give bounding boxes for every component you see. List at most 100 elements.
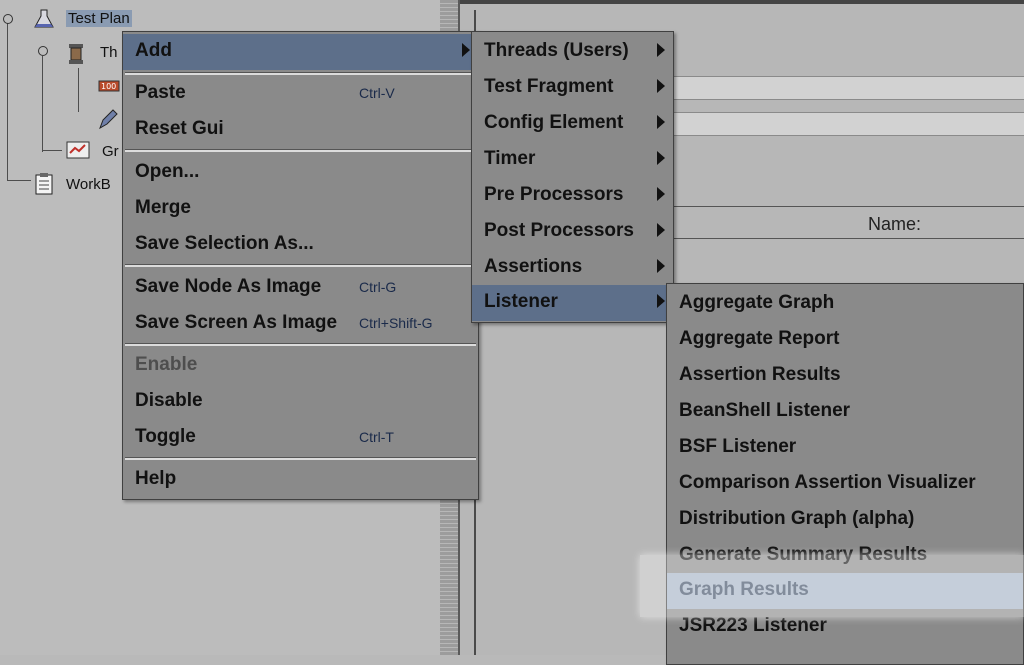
menu-item-label: JSR223 Listener <box>679 615 827 636</box>
menu-item-add[interactable]: Add <box>123 34 478 70</box>
graph-results-highlight <box>640 555 1024 617</box>
menu-item-label: Threads (Users) <box>484 40 629 61</box>
shortcut-label: Ctrl+Shift-G <box>359 315 433 331</box>
menu-item-label: Listener <box>484 291 558 312</box>
menu-separator <box>125 264 476 267</box>
menu-item-enable: Enable <box>123 348 478 384</box>
name-label: Name: <box>868 214 922 234</box>
menu-separator <box>125 457 476 460</box>
menu-item-label: Open... <box>135 161 200 182</box>
menu-item-label: Assertions <box>484 256 583 277</box>
menu-item-merge[interactable]: Merge <box>123 191 478 227</box>
submenu-item-threads[interactable]: Threads (Users) <box>472 34 673 70</box>
comments-field[interactable] <box>672 112 1024 136</box>
tree-item-test-plan[interactable]: Test Plan <box>66 10 132 27</box>
tree-connector <box>78 68 79 112</box>
menu-item-label: BeanShell Listener <box>679 400 851 421</box>
top-border <box>460 0 1024 4</box>
menu-separator <box>125 343 476 346</box>
submenu-item-listener[interactable]: Listener <box>472 285 673 321</box>
listener-item-comparison-assertion-visualizer[interactable]: Comparison Assertion Visualizer <box>667 466 1023 502</box>
tree-item-graph[interactable]: Gr <box>102 143 119 160</box>
menu-item-paste[interactable]: Paste Ctrl-V <box>123 76 478 112</box>
submenu-arrow-icon <box>657 259 665 273</box>
menu-item-disable[interactable]: Disable <box>123 384 478 420</box>
submenu-arrow-icon <box>657 294 665 308</box>
submenu-item-post-processors[interactable]: Post Processors <box>472 214 673 250</box>
shortcut-label: Ctrl-T <box>359 429 394 445</box>
submenu-arrow-icon <box>657 115 665 129</box>
menu-item-save-node-as-image[interactable]: Save Node As Image Ctrl-G <box>123 270 478 306</box>
menu-item-label: Comparison Assertion Visualizer <box>679 472 976 493</box>
menu-item-label: Aggregate Graph <box>679 292 835 313</box>
listener-item-assertion-results[interactable]: Assertion Results <box>667 358 1023 394</box>
spool-icon <box>66 42 88 64</box>
menu-item-label: Save Node As Image <box>135 276 322 297</box>
listener-item-aggregate-graph[interactable]: Aggregate Graph <box>667 286 1023 322</box>
add-submenu: Threads (Users) Test Fragment Config Ele… <box>471 31 674 323</box>
menu-item-label: Disable <box>135 390 203 411</box>
listener-item-aggregate-report[interactable]: Aggregate Report <box>667 322 1023 358</box>
menu-item-label: Reset Gui <box>135 118 224 139</box>
submenu-item-config-element[interactable]: Config Element <box>472 106 673 142</box>
submenu-item-test-fragment[interactable]: Test Fragment <box>472 70 673 106</box>
menu-item-label: Pre Processors <box>484 184 624 205</box>
tree-connector <box>42 150 62 151</box>
tree-connector <box>42 56 43 152</box>
submenu-arrow-icon <box>462 43 470 57</box>
menu-item-save-screen-as-image[interactable]: Save Screen As Image Ctrl+Shift-G <box>123 306 478 342</box>
submenu-item-assertions[interactable]: Assertions <box>472 250 673 286</box>
menu-item-label: Config Element <box>484 112 624 133</box>
submenu-arrow-icon <box>657 187 665 201</box>
menu-item-label: Post Processors <box>484 220 634 241</box>
flask-icon <box>33 8 55 30</box>
menu-item-save-selection-as[interactable]: Save Selection As... <box>123 227 478 263</box>
context-menu: Add Paste Ctrl-V Reset Gui Open... Merge… <box>122 31 479 500</box>
tree-connector <box>7 22 8 180</box>
graph-icon <box>66 140 90 162</box>
menu-item-label: Toggle <box>135 426 196 447</box>
menu-item-label: Save Screen As Image <box>135 312 338 333</box>
submenu-arrow-icon <box>657 43 665 57</box>
menu-item-toggle[interactable]: Toggle Ctrl-T <box>123 420 478 456</box>
clipboard-icon <box>33 172 55 195</box>
menu-item-label: BSF Listener <box>679 436 797 457</box>
menu-item-label: Timer <box>484 148 536 169</box>
tree-item-thread-group[interactable]: Th <box>100 44 118 61</box>
menu-item-label: Distribution Graph (alpha) <box>679 508 915 529</box>
menu-item-label: Help <box>135 468 177 489</box>
menu-item-label: Save Selection As... <box>135 233 314 254</box>
menu-item-open[interactable]: Open... <box>123 155 478 191</box>
shortcut-label: Ctrl-G <box>359 279 397 295</box>
listener-item-distribution-graph[interactable]: Distribution Graph (alpha) <box>667 502 1023 538</box>
menu-item-reset-gui[interactable]: Reset Gui <box>123 112 478 148</box>
menu-separator <box>125 72 476 75</box>
menu-item-label: Merge <box>135 197 191 218</box>
expand-handle-icon[interactable] <box>38 46 48 56</box>
listener-item-beanshell-listener[interactable]: BeanShell Listener <box>667 394 1023 430</box>
menu-separator <box>125 149 476 152</box>
sampler-icon[interactable]: 100 <box>97 75 120 97</box>
submenu-arrow-icon <box>657 151 665 165</box>
shortcut-label: Ctrl-V <box>359 85 395 101</box>
pencil-icon[interactable] <box>97 108 119 130</box>
menu-item-label: Assertion Results <box>679 364 841 385</box>
panel-divider <box>672 238 1024 239</box>
submenu-item-pre-processors[interactable]: Pre Processors <box>472 178 673 214</box>
tree-connector <box>7 180 31 181</box>
menu-item-label: Enable <box>135 354 198 375</box>
submenu-arrow-icon <box>657 223 665 237</box>
svg-text:100: 100 <box>101 82 116 91</box>
listener-item-bsf-listener[interactable]: BSF Listener <box>667 430 1023 466</box>
menu-item-label: Paste <box>135 82 186 103</box>
menu-item-label: Aggregate Report <box>679 328 840 349</box>
submenu-item-timer[interactable]: Timer <box>472 142 673 178</box>
expand-handle-icon[interactable] <box>3 14 13 24</box>
name-field[interactable] <box>672 76 1024 100</box>
menu-item-label: Test Fragment <box>484 76 614 97</box>
menu-item-label: Add <box>135 40 172 61</box>
panel-divider <box>672 206 1024 207</box>
tree-item-workbench[interactable]: WorkB <box>66 176 111 193</box>
submenu-arrow-icon <box>657 79 665 93</box>
menu-item-help[interactable]: Help <box>123 462 478 498</box>
